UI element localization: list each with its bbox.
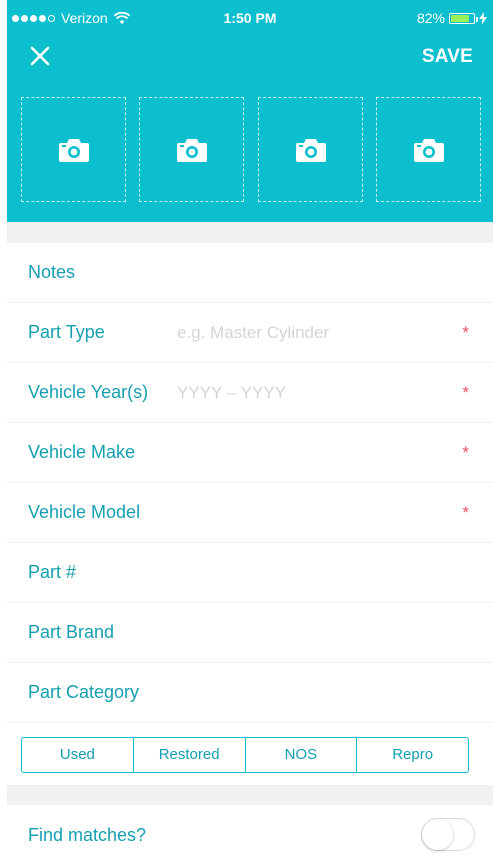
required-indicator: * bbox=[462, 322, 469, 342]
part-brand-label: Part Brand bbox=[28, 622, 115, 642]
part-category-field[interactable]: Part Category bbox=[7, 663, 493, 723]
find-matches-toggle[interactable] bbox=[421, 818, 475, 851]
part-type-placeholder: e.g. Master Cylinder bbox=[177, 322, 330, 342]
vehicle-years-placeholder: YYYY – YYYY bbox=[177, 382, 286, 402]
vehicle-make-label: Vehicle Make bbox=[28, 442, 136, 462]
vehicle-years-label: Vehicle Year(s) bbox=[28, 382, 149, 402]
notes-label: Notes bbox=[28, 262, 76, 282]
condition-option-repro[interactable]: Repro bbox=[357, 738, 468, 772]
photo-slots bbox=[21, 97, 481, 206]
close-button[interactable] bbox=[28, 44, 52, 68]
battery-percent: 82% bbox=[416, 10, 445, 26]
battery-fill bbox=[451, 14, 470, 22]
screen: Verizon 1:50 PM 82% SAVE Notes Part Type… bbox=[0, 0, 493, 865]
toggle-knob bbox=[422, 819, 453, 850]
part-brand-field[interactable]: Part Brand bbox=[7, 603, 493, 663]
required-indicator: * bbox=[462, 442, 469, 462]
vehicle-model-field[interactable]: Vehicle Model * bbox=[7, 483, 493, 543]
battery-icon bbox=[449, 12, 478, 24]
charging-bolt-icon bbox=[479, 11, 487, 25]
photo-slot-4[interactable] bbox=[376, 97, 481, 202]
part-number-label: Part # bbox=[28, 562, 77, 582]
section-separator bbox=[7, 222, 493, 243]
notes-field[interactable]: Notes bbox=[7, 243, 493, 303]
camera-icon bbox=[58, 138, 89, 162]
part-type-field[interactable]: Part Type e.g. Master Cylinder * bbox=[7, 303, 493, 363]
camera-icon bbox=[413, 138, 444, 162]
vehicle-model-label: Vehicle Model bbox=[28, 502, 141, 522]
battery-tip bbox=[476, 16, 478, 22]
navigation-bar: SAVE bbox=[7, 36, 493, 80]
camera-icon bbox=[295, 138, 326, 162]
photo-slot-1[interactable] bbox=[21, 97, 126, 202]
vehicle-make-field[interactable]: Vehicle Make * bbox=[7, 423, 493, 483]
condition-option-nos[interactable]: NOS bbox=[246, 738, 358, 772]
part-category-label: Part Category bbox=[28, 682, 140, 702]
part-number-field[interactable]: Part # bbox=[7, 543, 493, 603]
condition-segmented-control: Used Restored NOS Repro bbox=[21, 737, 469, 773]
part-type-label: Part Type bbox=[28, 322, 105, 342]
photo-slot-2[interactable] bbox=[139, 97, 244, 202]
find-matches-label: Find matches? bbox=[28, 825, 147, 845]
condition-option-restored[interactable]: Restored bbox=[134, 738, 246, 772]
status-bar: Verizon 1:50 PM 82% bbox=[7, 0, 493, 36]
required-indicator: * bbox=[462, 382, 469, 402]
photo-slot-3[interactable] bbox=[258, 97, 363, 202]
vehicle-years-field[interactable]: Vehicle Year(s) YYYY – YYYY * bbox=[7, 363, 493, 423]
battery-group: 82% bbox=[417, 0, 487, 36]
condition-option-used[interactable]: Used bbox=[22, 738, 134, 772]
camera-icon bbox=[176, 138, 207, 162]
save-button[interactable]: SAVE bbox=[422, 46, 473, 68]
find-matches-row: Find matches? bbox=[7, 805, 493, 865]
close-icon bbox=[30, 46, 50, 66]
header-panel: Verizon 1:50 PM 82% SAVE bbox=[7, 0, 493, 222]
required-indicator: * bbox=[462, 502, 469, 522]
section-separator bbox=[7, 785, 493, 805]
